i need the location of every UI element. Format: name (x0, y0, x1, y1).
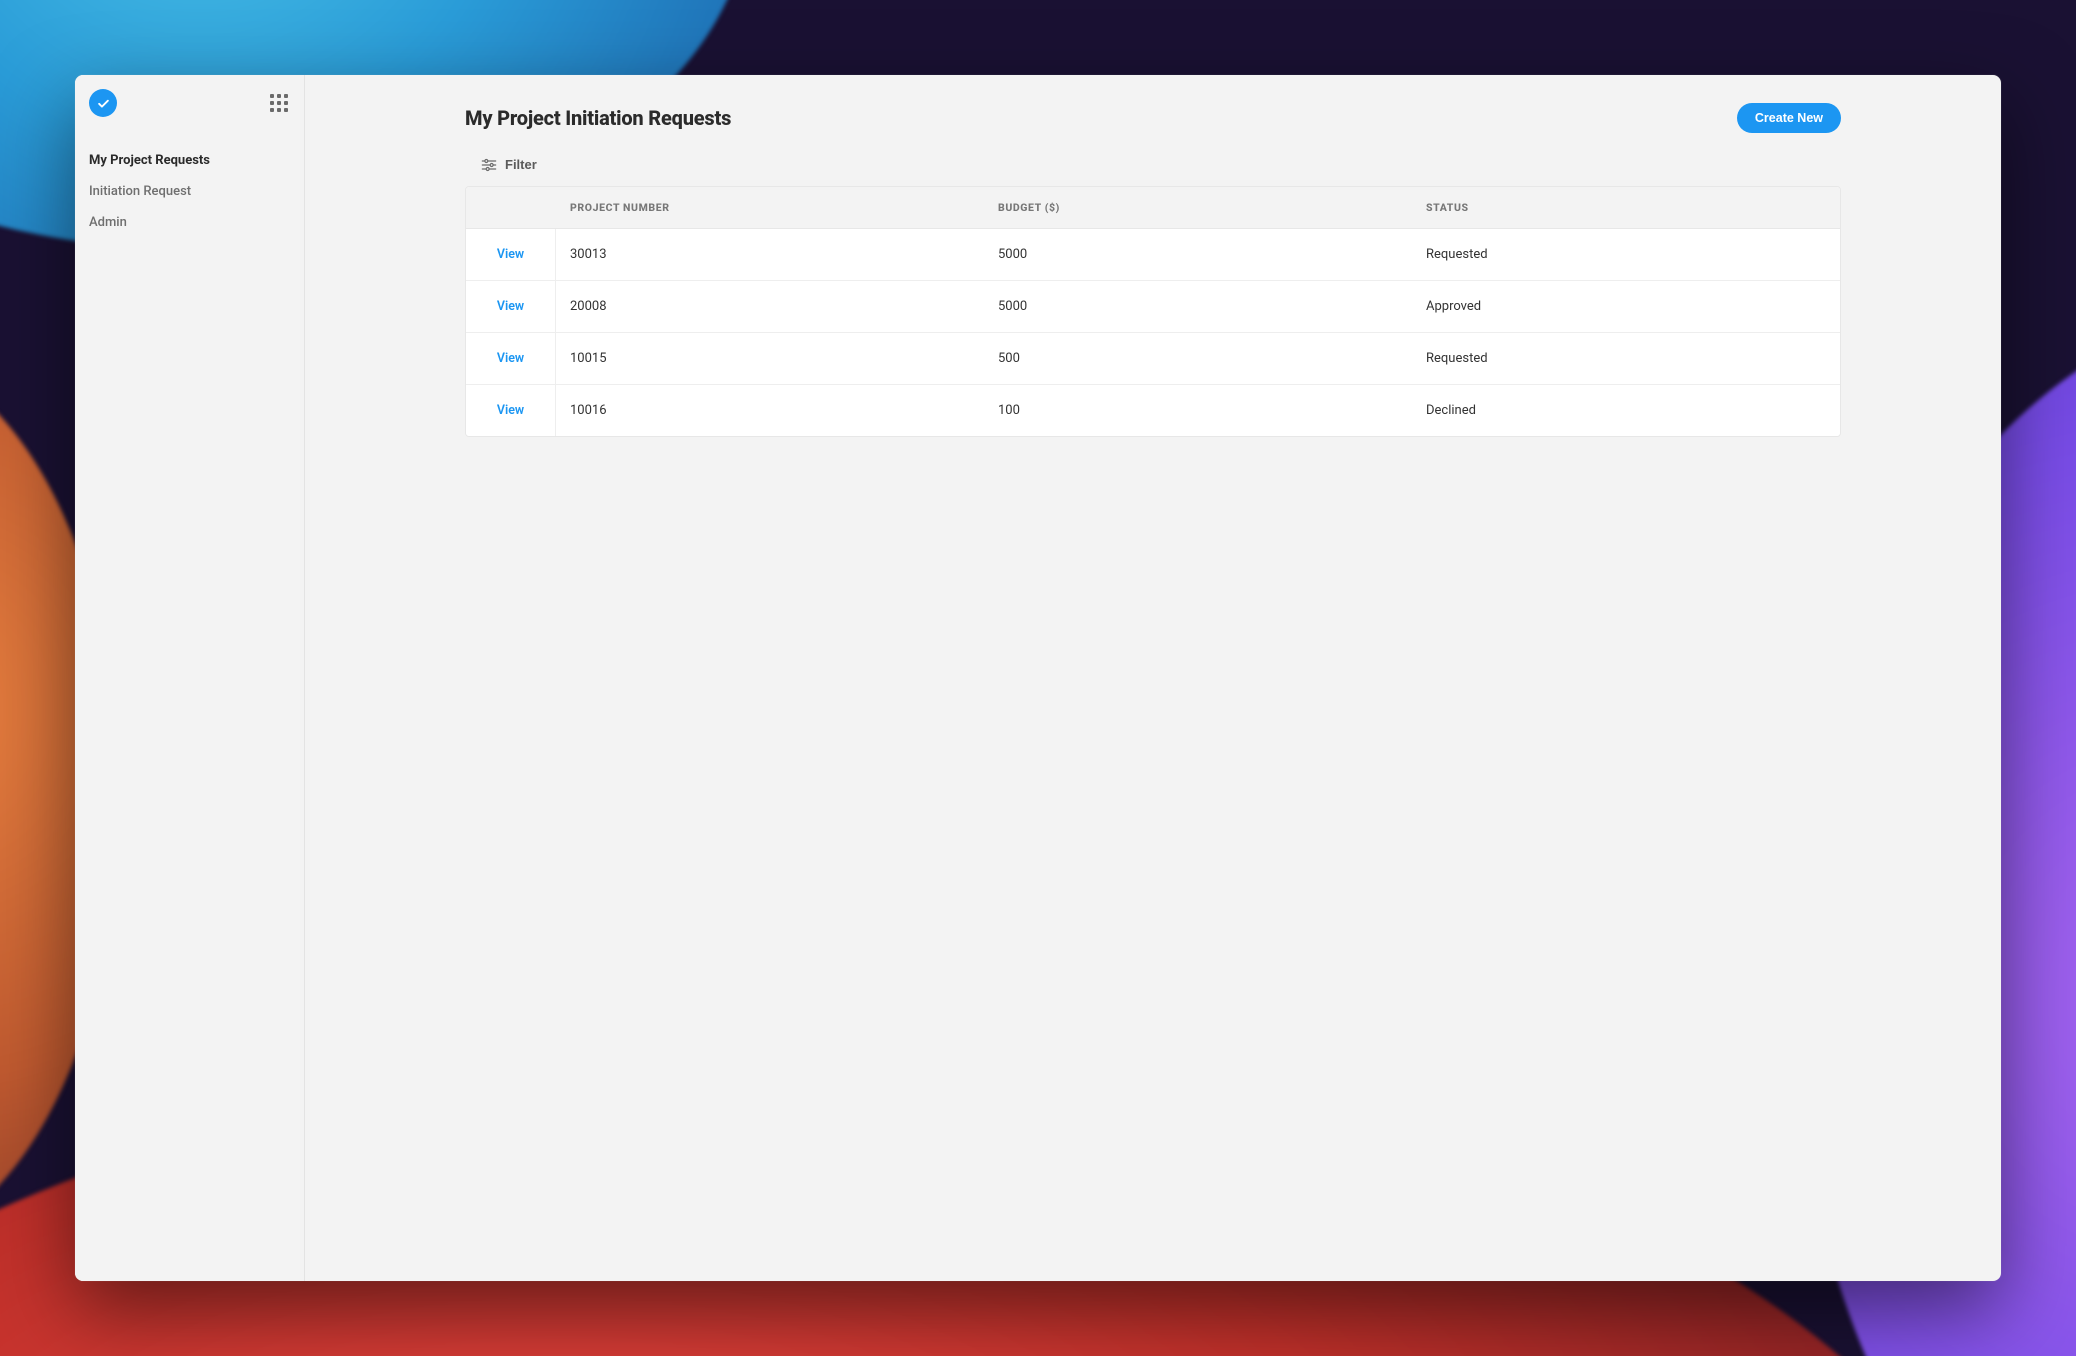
table-cell-status: Requested (1412, 229, 1840, 280)
filter-button[interactable]: Filter (477, 151, 541, 178)
sidebar-header (75, 75, 304, 131)
filter-sliders-icon (481, 158, 497, 172)
table-cell-action: View (466, 229, 556, 280)
table-cell-project-number: 30013 (556, 229, 984, 280)
table-row: View 10015 500 Requested (466, 333, 1840, 385)
table-header-budget: Budget ($) (984, 187, 1412, 228)
table-cell-budget: 5000 (984, 281, 1412, 332)
table-row: View 20008 5000 Approved (466, 281, 1840, 333)
table-cell-status: Declined (1412, 385, 1840, 436)
check-circle-icon (96, 96, 111, 111)
page-header: My Project Initiation Requests Create Ne… (465, 103, 1841, 133)
table-cell-action: View (466, 385, 556, 436)
app-window: My Project Requests Initiation Request A… (75, 75, 2001, 1281)
sidebar-item-initiation-request[interactable]: Initiation Request (89, 184, 290, 199)
sidebar: My Project Requests Initiation Request A… (75, 75, 305, 1281)
requests-table: Project Number Budget ($) Status View 30… (465, 186, 1841, 437)
table-cell-budget: 5000 (984, 229, 1412, 280)
view-link[interactable]: View (497, 351, 524, 366)
table-toolbar: Filter (465, 151, 1841, 178)
table-cell-project-number: 10015 (556, 333, 984, 384)
view-link[interactable]: View (497, 247, 524, 262)
apps-grid-icon[interactable] (268, 92, 290, 114)
sidebar-item-label: Admin (89, 215, 127, 230)
table-cell-status: Approved (1412, 281, 1840, 332)
create-new-button[interactable]: Create New (1737, 103, 1841, 133)
table-header-project-number: Project Number (556, 187, 984, 228)
table-cell-action: View (466, 281, 556, 332)
table-cell-project-number: 20008 (556, 281, 984, 332)
page-title: My Project Initiation Requests (465, 106, 731, 130)
sidebar-nav: My Project Requests Initiation Request A… (75, 131, 304, 252)
table-cell-budget: 500 (984, 333, 1412, 384)
sidebar-item-label: My Project Requests (89, 153, 210, 168)
table-cell-status: Requested (1412, 333, 1840, 384)
table-cell-project-number: 10016 (556, 385, 984, 436)
app-logo[interactable] (89, 89, 117, 117)
table-header-status: Status (1412, 187, 1840, 228)
filter-label: Filter (505, 157, 537, 172)
table-cell-action: View (466, 333, 556, 384)
sidebar-item-label: Initiation Request (89, 184, 191, 199)
table-header-row: Project Number Budget ($) Status (466, 187, 1840, 229)
view-link[interactable]: View (497, 403, 524, 418)
sidebar-item-admin[interactable]: Admin (89, 215, 290, 230)
table-header-action (466, 187, 556, 228)
table-body: View 30013 5000 Requested View 20008 500… (466, 229, 1840, 436)
main-content: My Project Initiation Requests Create Ne… (305, 75, 2001, 1281)
table-cell-budget: 100 (984, 385, 1412, 436)
sidebar-item-my-project-requests[interactable]: My Project Requests (89, 153, 290, 168)
view-link[interactable]: View (497, 299, 524, 314)
table-row: View 30013 5000 Requested (466, 229, 1840, 281)
table-row: View 10016 100 Declined (466, 385, 1840, 436)
